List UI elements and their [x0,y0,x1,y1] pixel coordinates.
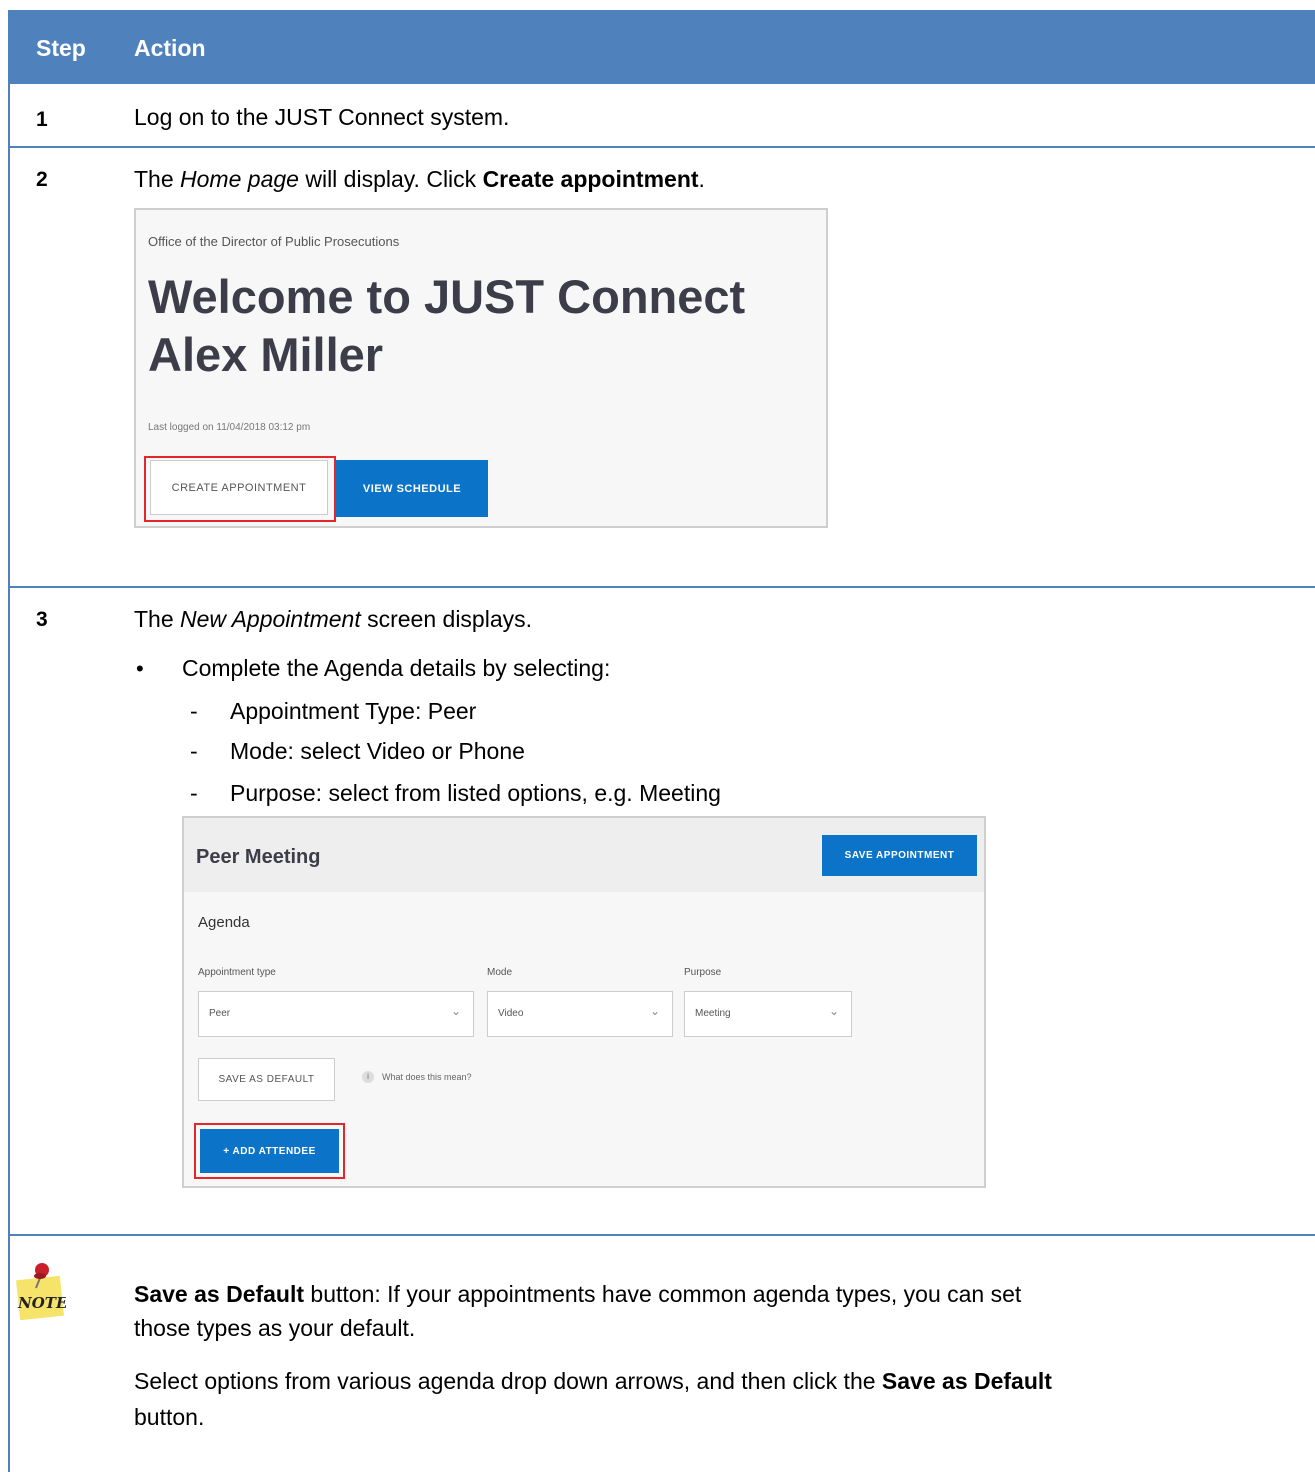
welcome-screenshot: Office of the Director of Public Prosecu… [134,208,828,528]
step-2-text: The Home page will display. Click Create… [134,166,705,192]
procedure-table: Step Action 1 Log on to the JUST Connect… [8,10,1315,1472]
last-logged-text: Last logged on 11/04/2018 03:12 pm [148,422,311,433]
appointment-type-label: Appointment type [198,967,276,978]
appointment-title: Peer Meeting [196,846,321,868]
save-appointment-button[interactable]: SAVE APPOINTMENT [822,835,977,876]
header-step: Step [36,35,86,61]
note-label: NOTE [17,1294,66,1312]
row-divider [10,1234,1315,1236]
dash: - [190,738,198,764]
note-line-1: Save as Default button: If your appointm… [134,1281,1022,1307]
what-does-this-mean-link[interactable]: What does this mean? [382,1072,472,1082]
step-3-text: The New Appointment screen displays. [134,606,533,632]
appointment-type-select[interactable]: Peer ⌄ [198,991,474,1037]
appointment-screenshot: Peer Meeting SAVE APPOINTMENT Agenda App… [182,816,986,1188]
header-action: Action [134,35,206,61]
agenda-bullet: Complete the Agenda details by selecting… [182,655,611,681]
row-divider [10,146,1315,148]
dash: - [190,780,198,806]
step-1-text: Log on to the JUST Connect system. [134,104,510,130]
agenda-heading: Agenda [198,914,250,931]
save-as-default-button[interactable]: SAVE AS DEFAULT [198,1058,335,1101]
appointment-header: Peer Meeting SAVE APPOINTMENT [184,818,984,892]
step-2-number: 2 [36,168,48,191]
table-header: Step Action [10,10,1315,84]
org-name: Office of the Director of Public Prosecu… [148,234,400,249]
purpose-value: Meeting [695,1008,731,1019]
agenda-item-2: Mode: select Video or Phone [230,738,525,764]
agenda-item-1: Appointment Type: Peer [230,698,477,724]
purpose-select[interactable]: Meeting ⌄ [684,991,852,1037]
step-3-number: 3 [36,608,48,631]
highlight-box [144,456,336,522]
note-pushpin-icon: NOTE [16,1263,66,1321]
info-icon[interactable]: i [362,1071,374,1083]
step-1-number: 1 [36,108,48,131]
purpose-label: Purpose [684,967,722,978]
chevron-down-icon: ⌄ [450,1004,461,1018]
note-line-2: those types as your default. [134,1315,416,1341]
bullet-dot: • [136,656,144,681]
agenda-item-3: Purpose: select from listed options, e.g… [230,780,721,806]
welcome-heading: Welcome to JUST Connect Alex Miller [148,270,746,381]
mode-value: Video [498,1008,524,1019]
chevron-down-icon: ⌄ [649,1004,660,1018]
dash: - [190,698,198,724]
note-line-3: Select options from various agenda drop … [134,1368,1052,1394]
highlight-box [194,1123,345,1179]
chevron-down-icon: ⌄ [828,1004,839,1018]
row-divider [10,586,1315,588]
mode-select[interactable]: Video ⌄ [487,991,673,1037]
mode-label: Mode [487,967,513,978]
view-schedule-button[interactable]: VIEW SCHEDULE [336,460,488,517]
appointment-type-value: Peer [209,1008,231,1019]
note-line-4: button. [134,1404,205,1430]
